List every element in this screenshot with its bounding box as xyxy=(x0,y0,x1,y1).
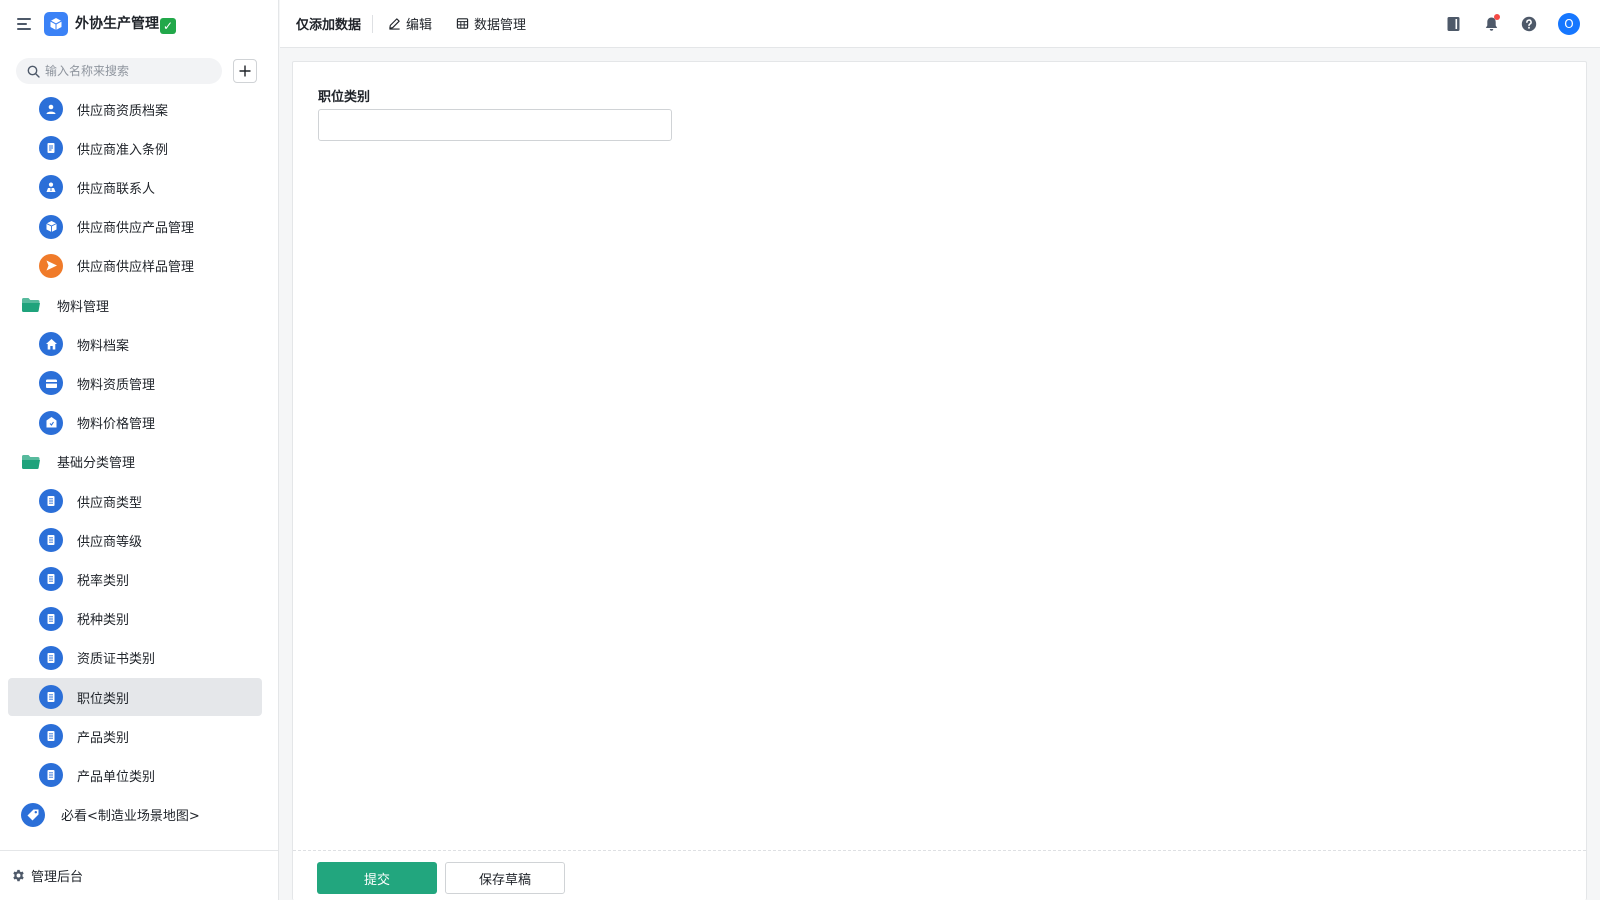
sidebar-item-label: 供应商供应产品管理 xyxy=(77,221,195,237)
form-icon xyxy=(39,567,63,592)
sidebar-search-row xyxy=(16,58,257,84)
sidebar-item[interactable]: 供应商供应产品管理 xyxy=(8,208,262,246)
topbar-actions: O xyxy=(1425,0,1600,48)
sidebar-item[interactable]: 物料资质管理 xyxy=(8,364,262,402)
form-icon xyxy=(39,645,63,670)
sidebar-item-label: 供应商准入条例 xyxy=(77,142,169,158)
menu-toggle-icon[interactable] xyxy=(17,17,33,31)
user-avatar[interactable]: O xyxy=(1558,13,1580,35)
add-button[interactable] xyxy=(233,59,257,83)
sidebar-item[interactable]: 物料价格管理 xyxy=(8,404,262,442)
sidebar-item-label: 物料档案 xyxy=(77,338,130,354)
folder-icon xyxy=(21,454,41,470)
help-icon[interactable] xyxy=(1519,14,1539,34)
bell-icon[interactable] xyxy=(1481,14,1501,34)
sidebar-item[interactable]: 物料管理 xyxy=(8,286,262,324)
sidebar-item[interactable]: 基础分类管理 xyxy=(8,443,262,481)
check-icon: ✓ xyxy=(160,18,176,34)
document-icon xyxy=(39,136,63,161)
app-title: 外协生产管理 ✓ xyxy=(75,13,176,34)
top-bar: 仅添加数据 编辑 数据管理 O xyxy=(280,0,1600,48)
form-footer: 提交 保存草稿 xyxy=(293,850,1586,900)
location-tag-icon xyxy=(21,802,45,827)
sidebar-item[interactable]: 产品类别 xyxy=(8,717,262,755)
admin-console-label: 管理后台 xyxy=(31,870,84,885)
position-category-input[interactable] xyxy=(318,109,672,141)
sidebar-item[interactable]: 供应商类型 xyxy=(8,482,262,520)
box-icon xyxy=(39,214,63,239)
data-manage-label: 数据管理 xyxy=(474,18,527,33)
sidebar-item[interactable]: 税种类别 xyxy=(8,600,262,638)
sidebar-item-label: 基础分类管理 xyxy=(57,456,136,472)
sidebar-item-label: 供应商资质档案 xyxy=(77,103,169,119)
sidebar-item-label: 供应商联系人 xyxy=(77,181,156,197)
edit-label: 编辑 xyxy=(406,18,433,33)
sidebar: 外协生产管理✓ 供应商资质档案供应商准入条例供应商联系人供应商供应产品管理供应商… xyxy=(0,0,279,900)
sidebar-item-label: 必看<制造业场景地图> xyxy=(61,809,200,825)
save-draft-button[interactable]: 保存草稿 xyxy=(445,862,565,894)
search-box xyxy=(16,58,222,84)
sidebar-item[interactable]: 供应商等级 xyxy=(8,521,262,559)
page-title: 仅添加数据 xyxy=(296,18,362,33)
folder-icon xyxy=(21,297,41,313)
form-icon xyxy=(39,763,63,788)
sidebar-item-label: 物料管理 xyxy=(57,299,110,315)
sidebar-item[interactable]: 供应商供应样品管理 xyxy=(8,247,262,285)
sidebar-item[interactable]: 供应商准入条例 xyxy=(8,129,262,167)
form-icon xyxy=(39,724,63,749)
divider xyxy=(372,14,374,33)
sidebar-item-label: 物料资质管理 xyxy=(77,377,156,393)
sidebar-item-label: 资质证书类别 xyxy=(77,652,156,668)
field-label-position-category: 职位类别 xyxy=(318,90,371,105)
send-icon xyxy=(39,253,63,278)
plus-icon xyxy=(239,65,251,77)
edit-button[interactable]: 编辑 xyxy=(388,14,432,33)
sidebar-item-label: 物料价格管理 xyxy=(77,417,156,433)
sidebar-item[interactable]: 必看<制造业场景地图> xyxy=(8,796,262,834)
cube-icon xyxy=(44,11,68,36)
sidebar-item-label: 税率类别 xyxy=(77,573,130,589)
notebook-icon[interactable] xyxy=(1443,14,1463,34)
sidebar-item[interactable]: 职位类别 xyxy=(8,678,262,716)
person-badge-icon xyxy=(39,97,63,121)
pencil-icon xyxy=(389,18,400,30)
wallet-icon xyxy=(39,371,63,396)
sidebar-header: 外协生产管理 ✓ xyxy=(0,0,279,47)
sidebar-item[interactable]: 资质证书类别 xyxy=(8,639,262,677)
sidebar-item-label: 供应商类型 xyxy=(77,495,143,511)
table-icon xyxy=(456,18,469,29)
sidebar-item-label: 税种类别 xyxy=(77,613,130,629)
admin-console-link[interactable]: 管理后台 xyxy=(0,850,279,900)
form-icon xyxy=(39,489,63,513)
search-input[interactable] xyxy=(45,64,215,78)
home-icon xyxy=(39,332,63,357)
contact-icon xyxy=(39,175,63,200)
sidebar-item-label: 产品类别 xyxy=(77,730,130,746)
submit-button[interactable]: 提交 xyxy=(317,862,437,894)
sidebar-item-label: 供应商供应样品管理 xyxy=(77,260,195,276)
form-icon xyxy=(39,528,63,553)
price-tag-icon xyxy=(39,410,63,435)
search-icon xyxy=(27,65,40,78)
sidebar-item-label: 产品单位类别 xyxy=(77,769,156,785)
sidebar-item[interactable]: 产品单位类别 xyxy=(8,756,262,794)
sidebar-item-label: 职位类别 xyxy=(77,691,130,707)
sidebar-item[interactable]: 物料档案 xyxy=(8,325,262,363)
sidebar-item[interactable]: 供应商联系人 xyxy=(8,168,262,206)
form-panel: 职位类别 提交 保存草稿 xyxy=(292,61,1587,900)
sidebar-item[interactable]: 供应商资质档案 xyxy=(8,90,262,128)
data-manage-button[interactable]: 数据管理 xyxy=(456,14,526,33)
sidebar-item[interactable]: 税率类别 xyxy=(8,560,262,598)
form-icon xyxy=(39,606,63,631)
notification-dot xyxy=(1494,14,1500,20)
sidebar-item-label: 供应商等级 xyxy=(77,534,143,550)
form-icon xyxy=(39,685,63,709)
gear-icon xyxy=(13,869,24,882)
